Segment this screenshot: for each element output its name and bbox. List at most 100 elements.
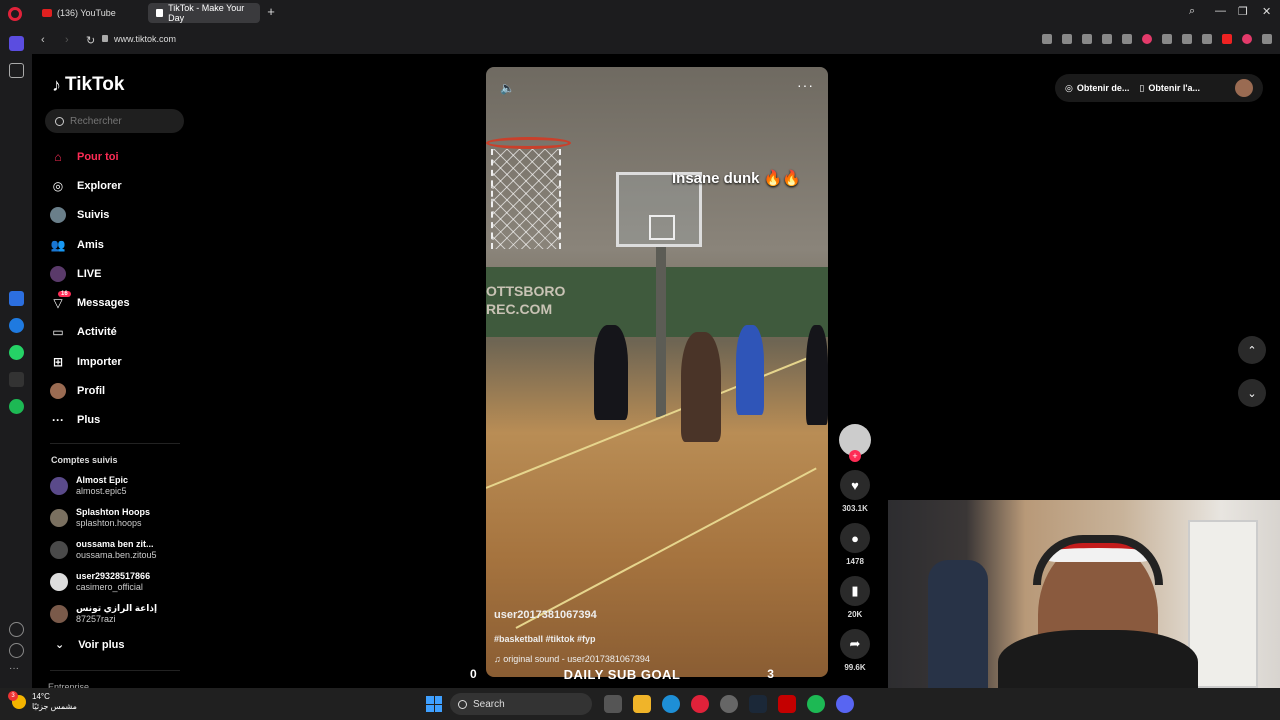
account-name: Almost Epic	[76, 475, 129, 485]
get-app-button[interactable]: ▯ Obtenir l'a...	[1139, 83, 1200, 94]
get-coins-button[interactable]: ◎ Obtenir de...	[1065, 83, 1129, 94]
nav-more[interactable]: ··· Plus	[50, 406, 190, 435]
windows-start-icon[interactable]	[426, 696, 442, 712]
forward-button[interactable]: ›	[65, 34, 69, 46]
creator-avatar[interactable]: +	[839, 424, 871, 462]
aria-icon[interactable]	[9, 291, 24, 306]
nav-for-you[interactable]: ⌂ Pour toi	[50, 142, 190, 171]
video-hashtags[interactable]: #basketball #tiktok #fyp	[494, 634, 596, 644]
tiktok-logo[interactable]: ♪ TikTok	[52, 74, 124, 96]
red-app-icon[interactable]	[778, 695, 796, 713]
search-box[interactable]	[45, 109, 184, 133]
adblock-icon[interactable]	[1222, 34, 1232, 44]
discord-icon[interactable]	[836, 695, 854, 713]
share-count: 99.6K	[844, 663, 866, 672]
url-field[interactable]: www.tiktok.com	[114, 34, 176, 44]
nav-activity[interactable]: ▭ Activité	[50, 318, 190, 347]
taskbar-search[interactable]: Search	[450, 693, 592, 715]
comment-icon[interactable]: ●	[840, 523, 870, 553]
bookmark-icon[interactable]: ▮	[840, 576, 870, 606]
spotify-icon[interactable]	[9, 399, 24, 414]
nav-profile[interactable]: Profil	[50, 376, 190, 405]
opera-logo-icon[interactable]	[8, 7, 22, 21]
followed-account[interactable]: Almost Epic almost.epic5	[50, 472, 200, 500]
followed-account[interactable]: إذاعة الرازي تونس 87257razi	[50, 600, 200, 628]
play-icon[interactable]	[1122, 34, 1132, 44]
basketball-hoop	[486, 137, 571, 149]
home-icon[interactable]	[9, 36, 24, 51]
spotify-icon[interactable]	[807, 695, 825, 713]
user-avatar[interactable]	[1235, 79, 1253, 97]
see-more-button[interactable]: ⌄ Voir plus	[55, 638, 124, 652]
share-action[interactable]: ➦ 99.6K	[838, 629, 872, 672]
avatar	[50, 541, 68, 559]
close-window-button[interactable]: ✕	[1262, 5, 1271, 18]
extension-icon[interactable]	[1242, 34, 1252, 44]
menu-icon[interactable]	[1182, 34, 1192, 44]
search-tabs-icon[interactable]: ⌕	[1189, 5, 1195, 18]
save-action[interactable]: ▮ 20K	[838, 576, 872, 619]
file-explorer-icon[interactable]	[633, 695, 651, 713]
main-nav: ⌂ Pour toi ◎ Explorer Suivis 👥 Amis LIVE…	[50, 142, 190, 435]
comment-action[interactable]: ● 1478	[838, 523, 872, 566]
download-icon[interactable]	[1162, 34, 1172, 44]
opera-icon[interactable]	[691, 695, 709, 713]
restore-button[interactable]: ❐	[1238, 5, 1248, 18]
search-input[interactable]	[70, 115, 170, 127]
nav-following[interactable]: Suivis	[50, 201, 190, 230]
share-icon[interactable]: ➦	[840, 629, 870, 659]
history-icon[interactable]	[9, 643, 24, 658]
heart-icon[interactable]: ♥	[840, 470, 870, 500]
video-sound[interactable]: ♫ original sound - user2017381067394	[494, 654, 650, 664]
followed-account[interactable]: Splashton Hoops splashton.hoops	[50, 504, 200, 532]
edge-icon[interactable]	[662, 695, 680, 713]
video-player[interactable]: OTTSBORO REC.COM 🔈 ··· Insane dunk 🔥🔥 us…	[486, 67, 828, 677]
new-tab-button[interactable]: +	[264, 5, 278, 19]
friends-icon: 👥	[50, 237, 66, 252]
tab-youtube[interactable]: (136) YouTube	[34, 3, 146, 23]
tab-tiktok[interactable]: TikTok - Make Your Day	[148, 3, 260, 23]
nav-live[interactable]: LIVE	[50, 259, 190, 288]
follow-plus-icon[interactable]: +	[849, 450, 861, 462]
player	[594, 325, 628, 420]
shield-icon[interactable]	[1082, 34, 1092, 44]
following-avatar-icon	[50, 207, 66, 224]
translate-icon[interactable]	[1102, 34, 1112, 44]
heart-icon[interactable]	[9, 622, 24, 637]
nav-messages[interactable]: ▽ 16 Messages	[50, 288, 190, 317]
settings-icon[interactable]	[720, 695, 738, 713]
cube-icon[interactable]	[1262, 34, 1272, 44]
task-view-icon[interactable]	[604, 695, 622, 713]
bookmarks-icon[interactable]	[9, 63, 24, 78]
home-icon: ⌂	[54, 149, 62, 164]
nav-upload[interactable]: ⊞ Importer	[50, 347, 190, 376]
previous-video-button[interactable]: ⌃	[1238, 336, 1266, 364]
weather-widget[interactable]: 3 14°C مشمس جزئيًا	[8, 691, 77, 712]
camera-icon[interactable]	[1062, 34, 1072, 44]
like-action[interactable]: ♥ 303.1K	[838, 470, 872, 513]
whatsapp-icon[interactable]	[9, 345, 24, 360]
music-note-icon: ♫	[494, 654, 501, 664]
video-username[interactable]: user2017381067394	[494, 609, 597, 621]
back-button[interactable]: ‹	[41, 34, 45, 46]
more-icon[interactable]: ···	[9, 664, 24, 679]
nav-friends[interactable]: 👥 Amis	[50, 230, 190, 259]
volume-icon[interactable]: 🔈	[500, 81, 515, 95]
followed-account[interactable]: user29328517866 casimero_official	[50, 568, 200, 596]
next-video-button[interactable]: ⌄	[1238, 379, 1266, 407]
sun-icon: 3	[8, 691, 26, 709]
followed-account[interactable]: oussama ben zit... oussama.ben.zitou5	[50, 536, 200, 564]
edit-icon[interactable]	[1042, 34, 1052, 44]
nav-explore[interactable]: ◎ Explorer	[50, 171, 190, 200]
x-icon[interactable]	[9, 372, 24, 387]
more-options-icon[interactable]: ···	[797, 77, 814, 93]
account-handle: splashton.hoops	[76, 518, 142, 528]
favorite-heart-icon[interactable]	[1142, 34, 1152, 44]
reload-button[interactable]: ↻	[86, 34, 95, 47]
minimize-button[interactable]: —	[1215, 5, 1226, 17]
search-icon	[55, 116, 64, 126]
steam-icon[interactable]	[749, 695, 767, 713]
account-icon[interactable]	[1202, 34, 1212, 44]
messenger-icon[interactable]	[9, 318, 24, 333]
sound-label: original sound - user2017381067394	[503, 654, 650, 664]
